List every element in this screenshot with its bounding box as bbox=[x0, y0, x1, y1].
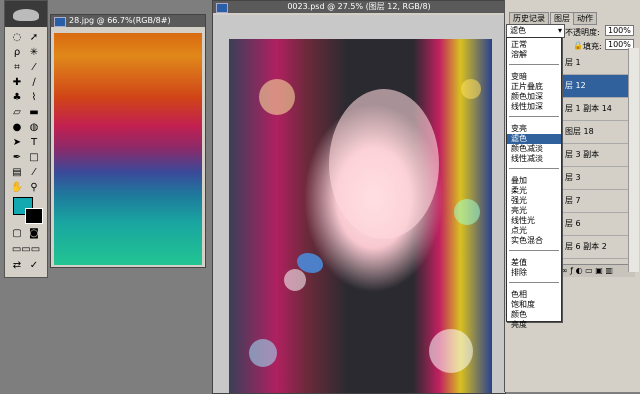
background-color-swatch[interactable] bbox=[25, 208, 43, 224]
crop-tool-icon[interactable]: ⌗ bbox=[10, 61, 24, 74]
document-icon bbox=[54, 17, 66, 27]
standard-mode-icon[interactable]: ▢ bbox=[10, 227, 24, 240]
lasso-tool-icon[interactable]: ρ bbox=[10, 46, 24, 59]
blend-mode-option[interactable]: 亮度 bbox=[511, 320, 527, 330]
blend-mode-option[interactable]: 颜色减淡 bbox=[511, 144, 543, 154]
bokeh-light bbox=[454, 199, 480, 225]
fill-label: 填充: bbox=[583, 42, 602, 51]
blend-mode-option[interactable]: 叠加 bbox=[511, 176, 527, 186]
blend-mode-option[interactable]: 颜色 bbox=[511, 310, 527, 320]
gradient-image bbox=[54, 33, 202, 265]
screen-mode-icons[interactable]: ▭▭▭ bbox=[7, 243, 45, 256]
menu-separator bbox=[509, 250, 559, 251]
lock-icon[interactable]: 🔒 bbox=[573, 41, 583, 50]
new-group-icon[interactable]: ▭ bbox=[585, 266, 593, 275]
main-window-titlebar[interactable]: 0023.psd @ 27.5% (图层 12, RGB/8) bbox=[213, 1, 505, 13]
new-layer-icon[interactable]: ▣ bbox=[595, 266, 603, 275]
menu-separator bbox=[509, 64, 559, 65]
jump-icon[interactable]: ✓ bbox=[27, 259, 41, 272]
blend-mode-value: 滤色 bbox=[510, 26, 526, 35]
window-title: 28.jpg @ 66.7%(RGB/8#) bbox=[69, 16, 171, 25]
face-region bbox=[329, 89, 439, 239]
marquee-tool-icon[interactable]: ◌ bbox=[10, 31, 24, 44]
blend-mode-option[interactable]: 颜色加深 bbox=[511, 92, 543, 102]
menu-separator bbox=[509, 116, 559, 117]
feather-icon bbox=[13, 9, 39, 21]
eyedropper-icon[interactable]: ⁄ bbox=[27, 166, 41, 179]
toolbox-header bbox=[5, 1, 47, 27]
slice-tool-icon[interactable]: ⁄ bbox=[27, 61, 41, 74]
history-brush-icon[interactable]: ⌇ bbox=[27, 91, 41, 104]
imageready-icon[interactable]: ⇄ bbox=[10, 259, 24, 272]
document-icon bbox=[216, 3, 228, 13]
link-layers-icon[interactable]: ∞ bbox=[561, 266, 568, 275]
bokeh-light bbox=[461, 79, 481, 99]
path-select-icon[interactable]: ➤ bbox=[10, 136, 24, 149]
main-window-title: 0023.psd @ 27.5% (图层 12, RGB/8) bbox=[287, 2, 431, 11]
blend-mode-option[interactable]: 线性加深 bbox=[511, 102, 543, 112]
main-document-window[interactable]: 0023.psd @ 27.5% (图层 12, RGB/8) bbox=[212, 0, 506, 394]
blend-mode-option[interactable]: 差值 bbox=[511, 258, 527, 268]
canvas-area[interactable] bbox=[213, 15, 505, 393]
notes-tool-icon[interactable]: ▤ bbox=[10, 166, 24, 179]
blend-mode-option[interactable]: 线性光 bbox=[511, 216, 535, 226]
blend-mode-option[interactable]: 变暗 bbox=[511, 72, 527, 82]
image-window-28[interactable]: 28.jpg @ 66.7%(RGB/8#) bbox=[50, 14, 206, 268]
gradient-tool-icon[interactable]: ▬ bbox=[27, 106, 41, 119]
blend-mode-option[interactable]: 柔光 bbox=[511, 186, 527, 196]
trash-icon[interactable]: ▥ bbox=[605, 266, 613, 275]
mask-icon[interactable]: ◐ bbox=[576, 266, 583, 275]
opacity-label: 不透明度: bbox=[565, 28, 600, 37]
quick-mask-icon[interactable]: ◙ bbox=[27, 227, 41, 240]
healing-brush-icon[interactable]: ✚ bbox=[10, 76, 24, 89]
opacity-input[interactable]: 100% bbox=[605, 25, 634, 36]
blend-mode-option[interactable]: 滤色 bbox=[507, 134, 561, 144]
eraser-tool-icon[interactable]: ▱ bbox=[10, 106, 24, 119]
pen-tool-icon[interactable]: ✒ bbox=[10, 151, 24, 164]
layers-scrollbar[interactable] bbox=[628, 48, 639, 272]
fx-icon[interactable]: ƒ bbox=[570, 266, 573, 275]
bokeh-light bbox=[249, 339, 277, 367]
shape-tool-icon[interactable]: □ bbox=[27, 151, 41, 164]
hand-tool-icon[interactable]: ✋ bbox=[10, 181, 24, 194]
flower bbox=[284, 269, 306, 291]
bokeh-light bbox=[259, 79, 295, 115]
dodge-tool-icon[interactable]: ◍ bbox=[27, 121, 41, 134]
type-tool-icon[interactable]: T bbox=[27, 136, 41, 149]
bokeh-light bbox=[429, 329, 473, 373]
move-tool-icon[interactable]: ➚ bbox=[27, 31, 41, 44]
blend-mode-option[interactable]: 点光 bbox=[511, 226, 527, 236]
blend-mode-option[interactable]: 饱和度 bbox=[511, 300, 535, 310]
window-titlebar[interactable]: 28.jpg @ 66.7%(RGB/8#) bbox=[51, 15, 205, 27]
blend-mode-option[interactable]: 亮光 bbox=[511, 206, 527, 216]
blend-mode-option[interactable]: 实色混合 bbox=[511, 236, 543, 246]
chevron-down-icon: ▾ bbox=[557, 26, 562, 35]
blend-mode-option[interactable]: 正常 bbox=[511, 40, 527, 50]
menu-separator bbox=[509, 168, 559, 169]
blend-mode-select[interactable]: 滤色 ▾ bbox=[506, 24, 565, 38]
menu-separator bbox=[509, 282, 559, 283]
toolbox: ◌ ➚ ρ ✳ ⌗ ⁄ ✚ ∕ ♣ ⌇ ▱ ▬ ● ◍ ➤ T ✒ □ ▤ ⁄ … bbox=[4, 0, 48, 278]
clone-stamp-icon[interactable]: ♣ bbox=[10, 91, 24, 104]
tab-actions[interactable]: 动作 bbox=[573, 12, 597, 25]
blend-mode-option[interactable]: 排除 bbox=[511, 268, 527, 278]
blend-mode-dropdown[interactable]: 正常 溶解变暗 正片叠底 颜色加深 线性加深变亮 滤色 颜色减淡 线性减淡叠加 柔光 强光 亮光 线性… bbox=[506, 37, 562, 329]
blend-mode-option[interactable]: 色相 bbox=[511, 290, 527, 300]
blend-mode-option[interactable]: 正片叠底 bbox=[511, 82, 543, 92]
blur-tool-icon[interactable]: ● bbox=[10, 121, 24, 134]
blend-mode-option[interactable]: 溶解 bbox=[511, 50, 527, 60]
brush-tool-icon[interactable]: ∕ bbox=[27, 76, 41, 89]
layer-actions-bar: ∞ ƒ ◐ ▭ ▣ ▥ bbox=[561, 264, 635, 277]
magic-wand-icon[interactable]: ✳ bbox=[27, 46, 41, 59]
blend-mode-option[interactable]: 线性减淡 bbox=[511, 154, 543, 164]
blend-mode-option[interactable]: 强光 bbox=[511, 196, 527, 206]
blend-mode-option[interactable]: 变亮 bbox=[511, 124, 527, 134]
portrait-photo bbox=[229, 39, 492, 393]
zoom-tool-icon[interactable]: ⚲ bbox=[27, 181, 41, 194]
